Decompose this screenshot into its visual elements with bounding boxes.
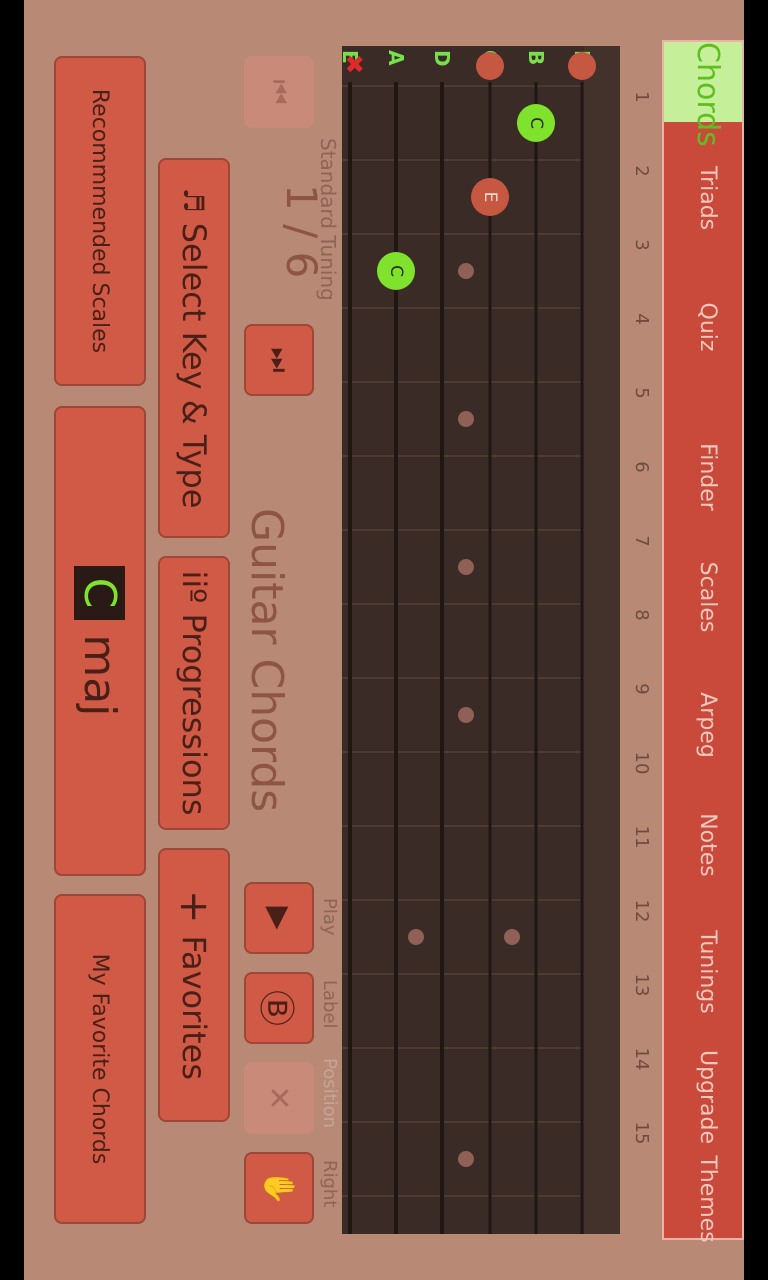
tab-upgrade[interactable]: Upgrade [664,1042,742,1152]
fret-number: 15 [631,1121,652,1145]
muted-string-icon: ✖ [340,54,368,75]
label-label: Label [319,980,340,1029]
chord-note[interactable]: C [377,252,415,290]
tab-finder[interactable]: Finder [664,427,742,527]
fret-number: 2 [631,165,652,177]
tab-triads[interactable]: Triads [664,148,742,248]
recommended-scales-label: Recommmended Scales [87,88,113,354]
fret-number: 13 [631,973,652,997]
fret-number: 9 [631,683,652,695]
open-string-marker [568,52,596,80]
fret-number: 6 [631,461,652,473]
chord-display[interactable]: C maj [54,406,146,876]
app-screen: Chords Triads Quiz Finder Scales Arpeg N… [24,0,744,1280]
right-label: Right [319,1160,340,1208]
chord-root: C [74,565,126,621]
phone-frame: Chords Triads Quiz Finder Scales Arpeg N… [0,0,768,1280]
fret-marker-dot [408,929,424,945]
label-b-icon: Ⓑ [255,989,296,1026]
position-label: Position [319,1058,340,1129]
play-icon: ▶ [261,906,297,930]
music-note-icon: ♬ [177,187,211,213]
chord-note[interactable]: C [517,104,555,142]
fret-number: 10 [631,751,652,775]
fret-marker-dot [458,411,474,427]
play-button[interactable]: ▶ [244,882,314,954]
tab-tunings[interactable]: Tunings [664,912,742,1032]
fret-marker-dot [504,929,520,945]
string-name: B [524,50,548,66]
tab-quiz[interactable]: Quiz [664,282,742,372]
open-string-marker [476,52,504,80]
favorites-label: Favorites [175,935,213,1081]
landscape-canvas: Chords Triads Quiz Finder Scales Arpeg N… [24,0,744,1280]
first-page-button[interactable]: ⏮ [244,56,314,128]
skip-forward-icon: ⏭ [263,347,296,373]
fret-marker-dot [458,1151,474,1167]
skip-back-icon: ⏮ [263,79,296,105]
select-key-label: Select Key & Type [175,222,213,509]
page-title: Guitar Chords [241,508,292,813]
my-favorite-chords-button[interactable]: My Favorite Chords [54,894,146,1224]
tab-themes[interactable]: Themes [664,1144,742,1254]
tab-scales[interactable]: Scales [664,542,742,652]
fret-marker-dot [458,263,474,279]
tab-chords[interactable]: Chords [664,42,742,147]
plus-icon: + [171,889,217,924]
fret-number: 7 [631,535,652,547]
hand-toggle-button[interactable]: ✋ [244,1152,314,1224]
progressions-label: iiº Progressions [175,570,213,816]
hand-icon: ✋ [261,1169,297,1207]
fret-number: 4 [631,313,652,325]
tab-arpeg[interactable]: Arpeg [664,670,742,780]
position-icon: ✕ [261,1085,297,1111]
progressions-button[interactable]: iiº Progressions [158,556,230,830]
tab-notes[interactable]: Notes [664,790,742,900]
position-toggle-button[interactable]: ✕ [244,1062,314,1134]
label-toggle-button[interactable]: Ⓑ [244,972,314,1044]
chord-type: maj [74,634,126,717]
fretboard[interactable]: EBGDAE✖CEC [338,46,620,1234]
tab-bar: Chords Triads Quiz Finder Scales Arpeg N… [662,40,744,1243]
select-key-button[interactable]: ♬ Select Key & Type [158,158,230,538]
fret-number: 14 [631,1047,652,1071]
fret-number: 8 [631,609,652,621]
fret-number: 11 [631,825,652,849]
fret-number: 5 [631,387,652,399]
fret-number: 3 [631,239,652,251]
play-label: Play [319,898,340,936]
string-name: A [384,50,408,66]
add-favorites-button[interactable]: + Favorites [158,848,230,1122]
fretboard-lines [342,82,584,1234]
page-counter: 1 / 6 [277,184,326,279]
fret-number: 12 [631,899,652,923]
my-favorite-chords-label: My Favorite Chords [87,953,113,1165]
chord-note[interactable]: E [471,178,509,216]
fret-number: 1 [631,91,652,103]
fret-marker-dot [458,707,474,723]
string-name: D [430,50,454,67]
recommended-scales-button[interactable]: Recommmended Scales [54,56,146,386]
fret-marker-dot [458,559,474,575]
next-page-button[interactable]: ⏭ [244,324,314,396]
